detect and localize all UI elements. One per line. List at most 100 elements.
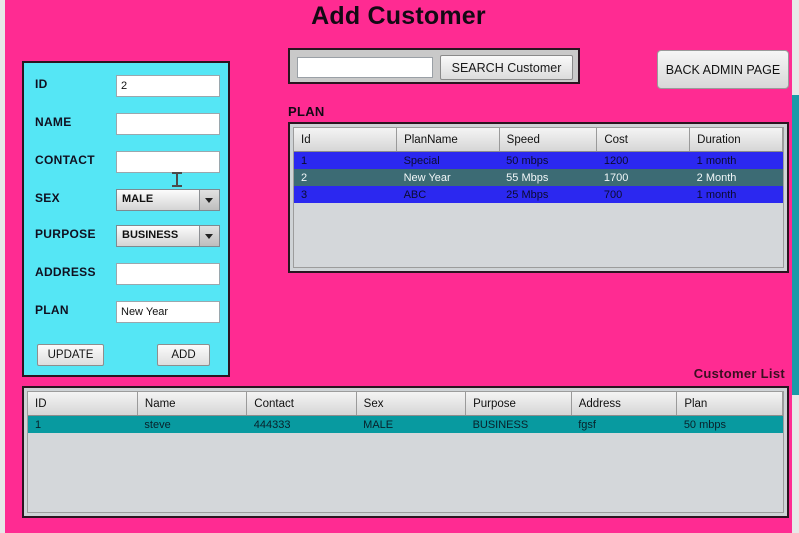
window-edge-right	[792, 0, 799, 533]
table-cell-empty	[137, 450, 246, 467]
column-header[interactable]: Cost	[596, 128, 691, 152]
label-sex: SEX	[35, 191, 60, 205]
table-cell-empty	[499, 254, 597, 267]
customer-grid[interactable]: ID Name Contact Sex Purpose Address Plan 1 steve…	[22, 386, 789, 518]
table-cell-empty	[466, 467, 572, 484]
contact-input[interactable]	[116, 151, 220, 173]
table-cell-empty	[499, 220, 597, 237]
label-id: ID	[35, 77, 48, 91]
chevron-down-icon[interactable]	[199, 226, 219, 246]
table-cell-empty	[466, 501, 572, 512]
table-cell: 25 Mbps	[499, 186, 597, 203]
plan-grid[interactable]: Id PlanName Speed Cost Duration 1 Special 50 mb…	[288, 122, 789, 273]
search-input[interactable]	[297, 57, 433, 78]
table-row-empty[interactable]	[294, 237, 783, 254]
column-header[interactable]: Address	[571, 392, 678, 416]
table-cell-empty	[677, 433, 783, 450]
address-input[interactable]	[116, 263, 220, 285]
table-cell-empty	[247, 450, 356, 467]
label-contact: CONTACT	[35, 153, 95, 167]
back-admin-page-button[interactable]: BACK ADMIN PAGE	[657, 50, 789, 89]
table-cell-empty	[356, 467, 465, 484]
table-cell-empty	[466, 433, 572, 450]
table-cell-empty	[137, 501, 246, 512]
table-cell: steve	[137, 415, 247, 433]
column-header[interactable]: PlanName	[396, 128, 500, 152]
purpose-selected-value: BUSINESS	[122, 229, 179, 241]
customer-table: ID Name Contact Sex Purpose Address Plan 1 steve…	[28, 392, 783, 512]
table-cell-empty	[294, 203, 397, 220]
table-row-empty[interactable]	[28, 450, 783, 467]
table-cell-empty	[677, 484, 783, 501]
table-row-empty[interactable]	[28, 484, 783, 501]
column-header[interactable]: Speed	[499, 128, 598, 152]
plan-grid-inner: Id PlanName Speed Cost Duration 1 Special 50 mb…	[293, 127, 784, 268]
table-cell-empty	[597, 254, 690, 267]
table-cell: 2	[294, 169, 397, 186]
table-cell-empty	[294, 237, 397, 254]
table-cell-empty	[247, 433, 356, 450]
column-header[interactable]: Id	[294, 128, 398, 152]
table-cell-empty	[397, 220, 500, 237]
table-row-empty[interactable]	[294, 203, 783, 220]
table-cell-empty	[28, 450, 137, 467]
customer-form-card: ID NAME CONTACT SEX MALE PURPOSE BUSINESS ADDRE…	[22, 61, 230, 377]
update-button[interactable]: UPDATE	[37, 344, 104, 366]
table-row-empty[interactable]	[294, 220, 783, 237]
table-cell: 1200	[596, 151, 690, 169]
column-header[interactable]: Sex	[356, 392, 467, 416]
table-cell-empty	[690, 203, 783, 220]
table-row[interactable]: 3 ABC 25 Mbps 700 1 month	[294, 186, 783, 203]
table-cell-empty	[356, 450, 465, 467]
table-row[interactable]: 2 New Year 55 Mbps 1700 2 Month	[294, 169, 783, 186]
table-cell-empty	[571, 433, 677, 450]
chevron-down-icon[interactable]	[199, 190, 219, 210]
table-cell: 1 month	[689, 186, 783, 203]
table-cell-empty	[690, 237, 783, 254]
table-header-row: ID Name Contact Sex Purpose Address Plan	[28, 392, 783, 416]
table-cell-empty	[571, 501, 677, 512]
plan-section-label: PLAN	[288, 104, 325, 119]
table-row-empty[interactable]	[28, 433, 783, 450]
table-cell-empty	[28, 484, 137, 501]
table-row[interactable]: 1 Special 50 mbps 1200 1 month	[294, 151, 783, 169]
table-cell-empty	[597, 203, 690, 220]
table-cell-empty	[397, 203, 500, 220]
column-header[interactable]: Purpose	[465, 392, 572, 416]
table-cell-empty	[356, 501, 465, 512]
plan-table: Id PlanName Speed Cost Duration 1 Special 50 mb…	[294, 128, 783, 267]
form-row-sex: SEX MALE	[24, 189, 232, 213]
column-header[interactable]: Contact	[246, 392, 357, 416]
table-cell-empty	[397, 254, 500, 267]
column-header[interactable]: Plan	[676, 392, 783, 416]
table-cell-empty	[137, 433, 246, 450]
label-plan: PLAN	[35, 303, 69, 317]
table-cell-empty	[247, 501, 356, 512]
purpose-dropdown[interactable]: BUSINESS	[116, 225, 220, 247]
table-cell-empty	[571, 450, 677, 467]
name-input[interactable]	[116, 113, 220, 135]
table-row-empty[interactable]	[28, 501, 783, 512]
add-button[interactable]: ADD	[157, 344, 210, 366]
plan-input[interactable]	[116, 301, 220, 323]
table-cell-empty	[571, 467, 677, 484]
text-cursor-icon	[172, 172, 182, 187]
table-row-empty[interactable]	[294, 254, 783, 267]
table-cell: ABC	[396, 186, 500, 203]
label-address: ADDRESS	[35, 265, 96, 279]
table-row[interactable]: 1 steve 444333 MALE BUSINESS fgsf 50 mbps	[28, 415, 783, 433]
column-header[interactable]: ID	[28, 392, 138, 416]
sex-dropdown[interactable]: MALE	[116, 189, 220, 211]
column-header[interactable]: Name	[137, 392, 248, 416]
table-cell-empty	[137, 484, 246, 501]
search-customer-button[interactable]: SEARCH Customer	[440, 55, 573, 80]
column-header[interactable]: Duration	[689, 128, 783, 152]
table-cell: 1 month	[689, 151, 783, 169]
table-cell: MALE	[356, 415, 466, 433]
table-cell: 3	[294, 186, 397, 203]
table-cell-empty	[690, 220, 783, 237]
id-input[interactable]	[116, 75, 220, 97]
table-row-empty[interactable]	[28, 467, 783, 484]
table-cell-empty	[499, 237, 597, 254]
table-cell-empty	[466, 450, 572, 467]
